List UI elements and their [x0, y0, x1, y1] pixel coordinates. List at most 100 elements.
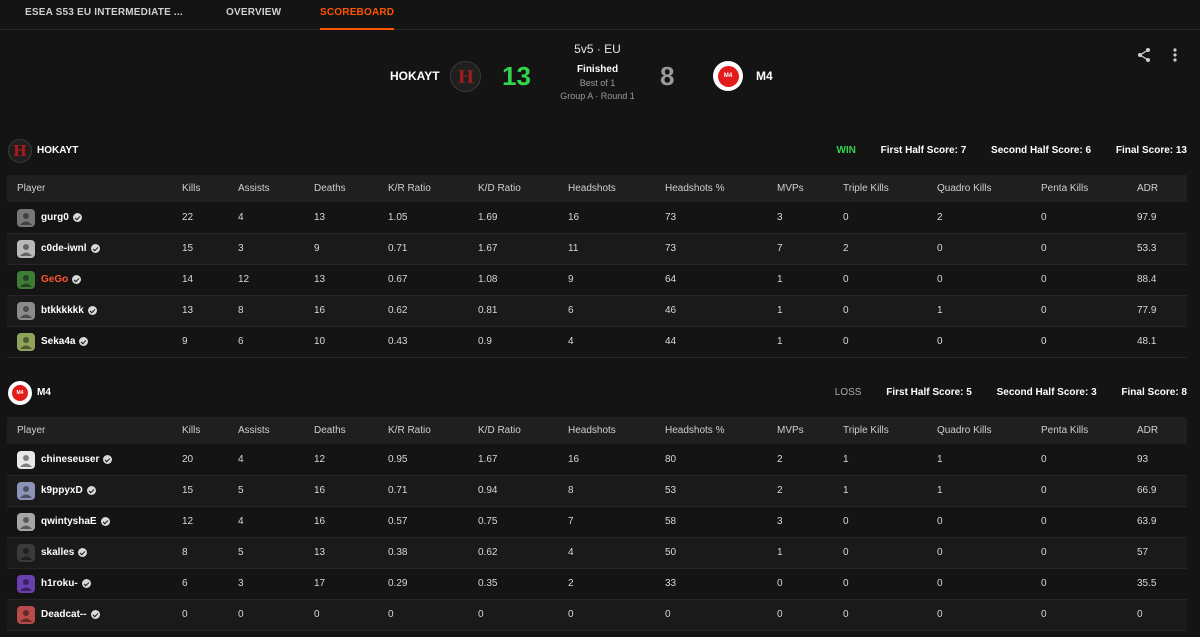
column-header[interactable]: Player	[7, 175, 182, 203]
avatar[interactable]	[17, 270, 35, 289]
avatar[interactable]	[17, 239, 35, 258]
more-vertical-icon[interactable]	[1168, 47, 1182, 63]
match-info: 5v5 · EU Finished Best of 1 Group A · Ro…	[540, 42, 655, 101]
avatar[interactable]	[17, 574, 35, 593]
table-row: Seka4a 9 6 10 0.43 0.9 4 44 1 0 0 0 48.1	[7, 326, 1187, 358]
column-header[interactable]: Kills	[182, 175, 238, 203]
column-header[interactable]: Penta Kills	[1041, 175, 1137, 203]
stat-cell: 0	[937, 568, 1041, 600]
column-header[interactable]: Penta Kills	[1041, 417, 1137, 445]
column-header[interactable]: Quadro Kills	[937, 175, 1041, 203]
player-name[interactable]: Seka4a	[41, 336, 75, 347]
match-group: Group A · Round 1	[560, 91, 635, 101]
column-header[interactable]: ADR	[1137, 175, 1187, 203]
team1-name[interactable]: HOKAYT	[390, 69, 440, 83]
column-header[interactable]: MVPs	[777, 175, 843, 203]
avatar[interactable]	[17, 543, 35, 562]
stat-cell: 0.67	[388, 264, 478, 296]
stat-cell: 97.9	[1137, 202, 1187, 234]
stat-cell: 57	[1137, 537, 1187, 569]
share-icon[interactable]	[1136, 47, 1152, 63]
avatar[interactable]	[17, 605, 35, 624]
stat-cell: 0	[1041, 506, 1137, 538]
avatar[interactable]	[17, 481, 35, 500]
column-header[interactable]: Assists	[238, 175, 314, 203]
m4-small-logo-icon[interactable]: M4	[8, 381, 32, 405]
column-header[interactable]: ADR	[1137, 417, 1187, 445]
table-row: h1roku- 6 3 17 0.29 0.35 2 33 0 0 0 0 35.5	[7, 568, 1187, 600]
stat-cell: 15	[182, 475, 238, 507]
player-name[interactable]: chineseuser	[41, 454, 99, 465]
team2-section-name[interactable]: M4	[37, 387, 51, 398]
column-header[interactable]: Headshots	[568, 417, 665, 445]
player-cell: chineseuser	[7, 444, 182, 476]
svg-text:H: H	[13, 143, 27, 160]
avatar[interactable]	[17, 208, 35, 227]
verified-icon	[100, 517, 110, 526]
player-name[interactable]: h1roku-	[41, 578, 78, 589]
column-header[interactable]: Kills	[182, 417, 238, 445]
team2-name[interactable]: M4	[756, 69, 773, 83]
stat-cell: 11	[568, 233, 665, 265]
stat-cell: 0.71	[388, 233, 478, 265]
stat-cell: 48.1	[1137, 326, 1187, 358]
player-name[interactable]: gurg0	[41, 212, 69, 223]
stat-cell: 0	[843, 506, 937, 538]
column-header[interactable]: Quadro Kills	[937, 417, 1041, 445]
player-name[interactable]: GeGo	[41, 274, 68, 285]
avatar[interactable]	[17, 332, 35, 351]
column-header[interactable]: K/R Ratio	[388, 175, 478, 203]
player-name[interactable]: Deadcat--	[41, 609, 87, 620]
verified-icon	[81, 579, 91, 588]
stat-cell: 12	[314, 444, 388, 476]
column-header[interactable]: Headshots %	[665, 175, 777, 203]
match-status: Finished	[576, 64, 619, 75]
stat-cell: 22	[182, 202, 238, 234]
team2-final: Final Score: 8	[1121, 387, 1187, 398]
tab-tournament[interactable]: ESEA S53 EU INTERMEDIATE ...	[25, 0, 183, 30]
team1-final: Final Score: 13	[1115, 145, 1187, 156]
column-header[interactable]: Assists	[238, 417, 314, 445]
stat-cell: 7	[568, 506, 665, 538]
team1-section-name[interactable]: HOKAYT	[37, 145, 78, 156]
column-header[interactable]: Triple Kills	[843, 417, 937, 445]
stat-cell: 8	[568, 475, 665, 507]
stat-cell: 4	[568, 326, 665, 358]
player-name[interactable]: btkkkkkk	[41, 305, 84, 316]
hokayt-logo-icon[interactable]: H	[450, 61, 481, 92]
table-header-row: Player Kills Assists Deaths K/R Ratio K/D Rat…	[7, 175, 1187, 203]
tab-scoreboard[interactable]: SCOREBOARD	[320, 0, 395, 30]
stat-cell: 1.67	[478, 444, 568, 476]
stat-cell: 1.05	[388, 202, 478, 234]
avatar[interactable]	[17, 512, 35, 531]
column-header[interactable]: Deaths	[314, 175, 388, 203]
stat-cell: 0	[1041, 475, 1137, 507]
player-cell: Seka4a	[7, 326, 182, 358]
svg-text:H: H	[457, 67, 474, 88]
stat-cell: 0	[1041, 444, 1137, 476]
stat-cell: 0	[238, 599, 314, 631]
player-name[interactable]: k9ppyxD	[41, 485, 83, 496]
avatar[interactable]	[17, 301, 35, 320]
stat-cell: 4	[568, 537, 665, 569]
column-header[interactable]: K/D Ratio	[478, 417, 568, 445]
player-name[interactable]: qwintyshaE	[41, 516, 97, 527]
column-header[interactable]: Deaths	[314, 417, 388, 445]
column-header[interactable]: Headshots	[568, 175, 665, 203]
stat-cell: 0	[937, 599, 1041, 631]
stat-cell: 0.62	[388, 295, 478, 327]
column-header[interactable]: Player	[7, 417, 182, 445]
player-name[interactable]: skalles	[41, 547, 74, 558]
player-name[interactable]: c0de-iwnl	[41, 243, 87, 254]
column-header[interactable]: Triple Kills	[843, 175, 937, 203]
hokayt-small-logo-icon[interactable]: H	[8, 139, 32, 163]
column-header[interactable]: K/R Ratio	[388, 417, 478, 445]
m4-logo-icon[interactable]: M4	[713, 61, 743, 91]
stat-cell: 4	[238, 202, 314, 234]
column-header[interactable]: MVPs	[777, 417, 843, 445]
avatar[interactable]	[17, 450, 35, 469]
column-header[interactable]: Headshots %	[665, 417, 777, 445]
tab-overview[interactable]: OVERVIEW	[226, 0, 281, 30]
stat-cell: 13	[182, 295, 238, 327]
column-header[interactable]: K/D Ratio	[478, 175, 568, 203]
